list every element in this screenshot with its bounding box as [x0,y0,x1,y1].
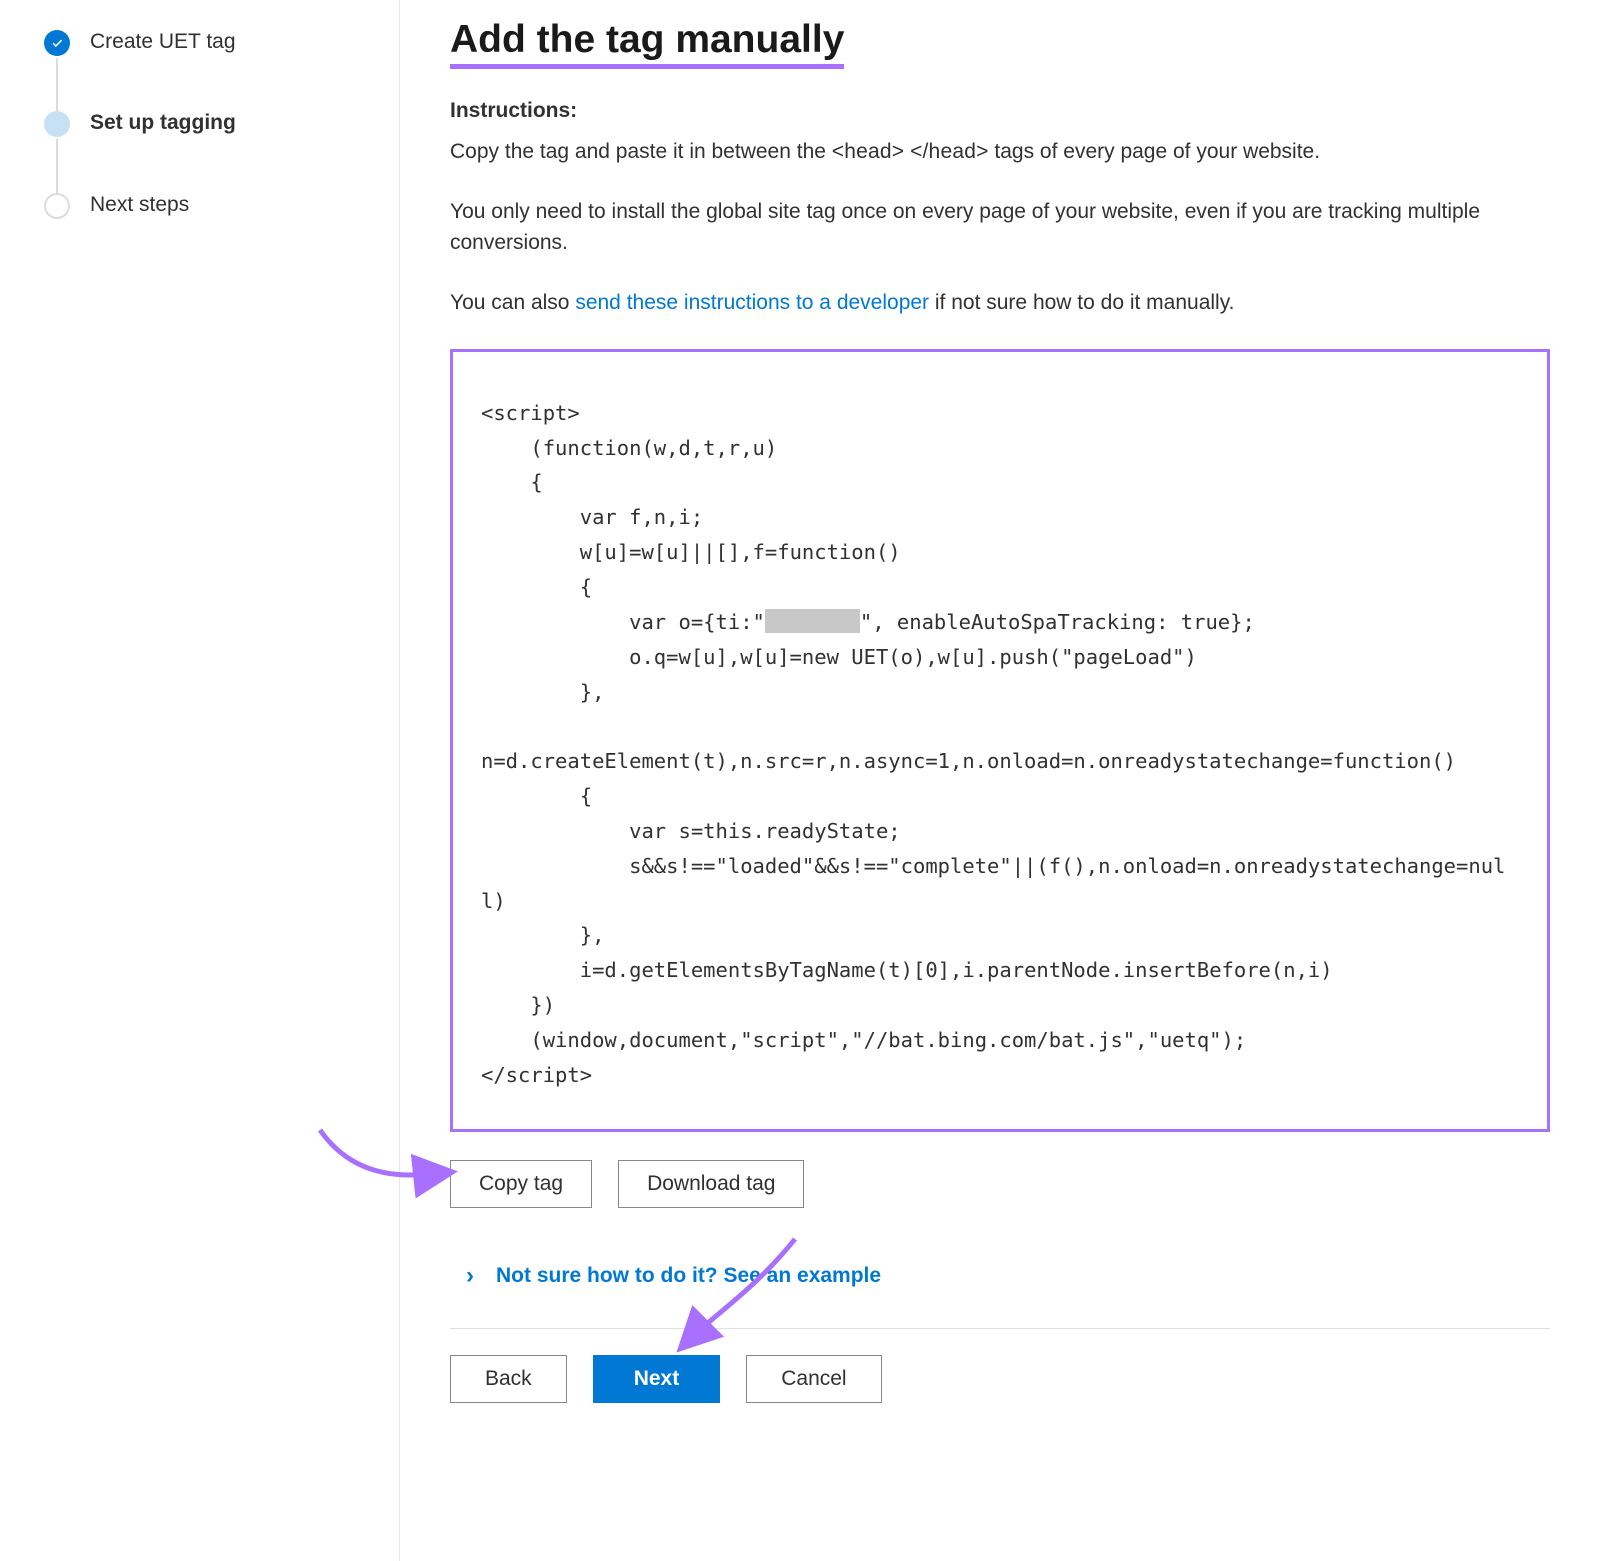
see-example-label: Not sure how to do it? See an example [496,1264,881,1288]
redacted-id [765,609,860,633]
next-button[interactable]: Next [593,1355,721,1403]
code-line: { [481,465,1519,500]
code-line: i=d.getElementsByTagName(t)[0],i.parentN… [481,953,1519,988]
code-line: { [481,779,1519,814]
wizard-footer: Back Next Cancel [450,1328,1550,1443]
annotation-arrow-next [675,1234,805,1354]
code-line: }) [481,988,1519,1023]
back-button[interactable]: Back [450,1355,567,1403]
check-circle-icon [44,30,70,56]
code-line: (function(w,d,t,r,u) [481,431,1519,466]
instructions-paragraph-3: You can also send these instructions to … [450,288,1550,318]
code-line: var f,n,i; [481,500,1519,535]
wizard-stepper: Create UET tag Set up tagging Next steps [0,0,400,1561]
wizard-step-label: Next steps [90,193,189,216]
step-circle-icon [44,111,70,137]
code-line: }, [481,918,1519,953]
instructions-paragraph-2: You only need to install the global site… [450,197,1550,258]
chevron-right-icon: › [466,1264,474,1288]
code-line: </script> [481,1058,1519,1093]
code-line: { [481,570,1519,605]
code-line: w[u]=w[u]||[],f=function() [481,535,1519,570]
code-line: o.q=w[u],w[u]=new UET(o),w[u].push("page… [481,640,1519,675]
uet-tag-code-box[interactable]: <script> (function(w,d,t,r,u) { var f,n,… [450,349,1550,1132]
code-line: <script> [481,396,1519,431]
wizard-step-0[interactable]: Create UET tag [44,28,369,109]
see-example-toggle[interactable]: › Not sure how to do it? See an example [450,1264,1550,1288]
code-line: var o={ti:"", enableAutoSpaTracking: tru… [481,605,1519,640]
code-line: (window,document,"script","//bat.bing.co… [481,1023,1519,1058]
page-title: Add the tag manually [450,18,844,69]
wizard-step-label: Create UET tag [90,30,236,53]
wizard-step-2[interactable]: Next steps [44,191,369,218]
download-tag-button[interactable]: Download tag [618,1160,804,1208]
instructions-heading: Instructions: [450,99,1550,123]
wizard-step-1[interactable]: Set up tagging [44,109,369,190]
code-line: n=d.createElement(t),n.src=r,n.async=1,n… [481,744,1519,779]
wizard-step-label: Set up tagging [90,111,236,134]
code-line: s&&s!=="loaded"&&s!=="complete"||(f(),n.… [481,849,1519,919]
instructions-paragraph-1: Copy the tag and paste it in between the… [450,137,1550,167]
send-to-developer-link[interactable]: send these instructions to a developer [575,291,929,314]
code-line: var s=this.readyState; [481,814,1519,849]
copy-tag-button[interactable]: Copy tag [450,1160,592,1208]
code-line: }, [481,675,1519,710]
step-circle-icon [44,193,70,219]
code-line [481,709,1519,744]
cancel-button[interactable]: Cancel [746,1355,881,1403]
